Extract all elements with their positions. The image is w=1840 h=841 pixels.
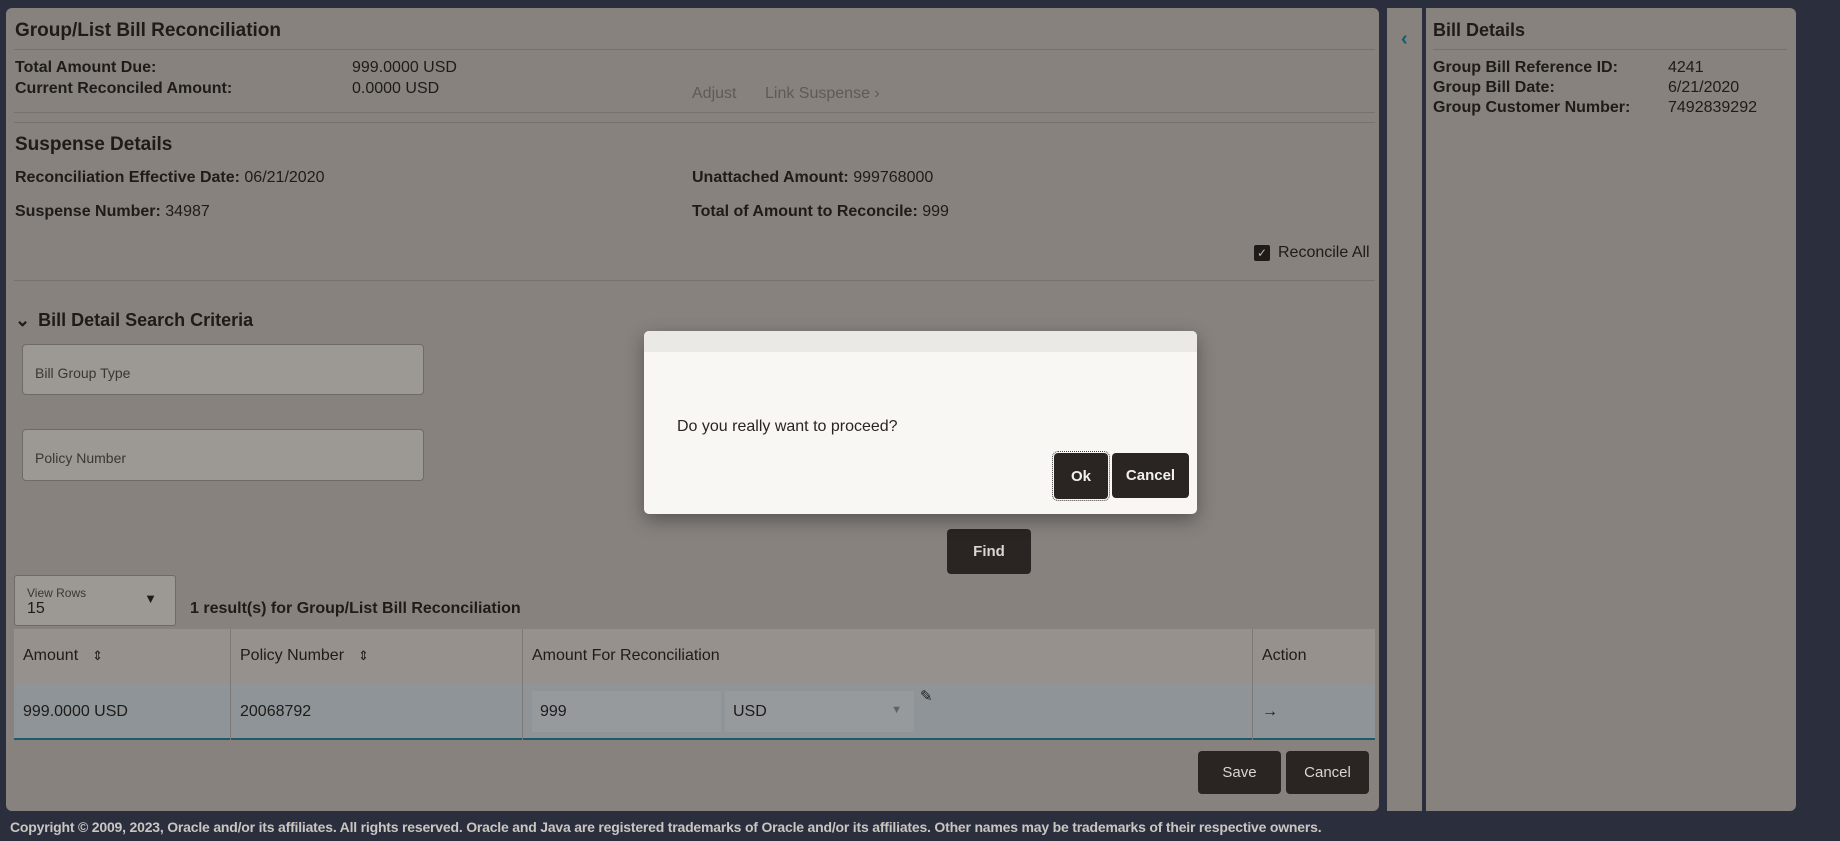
reconcile-all-checkbox[interactable]: ✓ Reconcile All — [1254, 244, 1370, 262]
dialog-message: Do you really want to proceed? — [677, 418, 898, 435]
bill-group-type-placeholder: Bill Group Type — [35, 365, 131, 381]
link-suspense-link[interactable]: Link Suspense › — [765, 85, 880, 103]
save-button[interactable]: Save — [1198, 751, 1281, 794]
chevron-down-icon: ⌄ — [15, 310, 31, 330]
chevron-right-icon: › — [874, 85, 880, 102]
dropdown-arrow-icon: ▼ — [144, 591, 157, 606]
recon-amount-input[interactable]: 999 — [532, 691, 721, 732]
adjust-link[interactable]: Adjust — [692, 85, 736, 103]
header-policy-label: Policy Number — [240, 647, 345, 664]
table-header: Amount ⇕ Policy Number ⇕ Amount For Reconc… — [14, 629, 1375, 683]
edit-pencil-icon[interactable]: ✎ — [920, 687, 933, 705]
footer-copyright: Copyright © 2009, 2023, Oracle and/or it… — [10, 819, 1322, 835]
table-row[interactable]: 999.0000 USD 20068792 999 USD ▼ ✎ → — [14, 683, 1375, 740]
currency-value: USD — [733, 703, 767, 720]
cell-policy: 20068792 — [231, 683, 523, 740]
cell-amount: 999.0000 USD — [14, 683, 231, 740]
header-amount-label: Amount — [23, 647, 79, 664]
suspense-number: Suspense Number: 34987 — [15, 203, 210, 221]
suspense-title: Suspense Details — [15, 134, 173, 155]
page-title: Group/List Bill Reconciliation — [15, 20, 282, 41]
suspense-number-label: Suspense Number: — [15, 203, 161, 220]
total-reconcile-value: 999 — [922, 203, 949, 220]
total-due-value: 999.0000 USD — [352, 59, 457, 76]
dropdown-arrow-icon: ▼ — [891, 704, 902, 716]
find-button[interactable]: Find — [947, 529, 1031, 574]
cell-recon: 999 USD ▼ ✎ — [523, 683, 1253, 740]
bill-group-type-input[interactable]: Bill Group Type — [22, 344, 424, 395]
collapse-strip[interactable]: ‹ — [1387, 8, 1424, 811]
result-count: 1 result(s) for Group/List Bill Reconcil… — [190, 600, 521, 617]
bill-date-label: Group Bill Date: — [1433, 79, 1555, 96]
header-recon-amount: Amount For Reconciliation — [523, 629, 1253, 683]
unattached-amount: Unattached Amount: 999768000 — [692, 169, 933, 187]
chevron-left-icon[interactable]: ‹ — [1401, 28, 1408, 51]
unattached-value: 999768000 — [853, 169, 934, 186]
dialog-cancel-button[interactable]: Cancel — [1112, 453, 1189, 498]
confirm-dialog: Do you really want to proceed? Ok Cancel — [644, 331, 1197, 514]
action-arrow-icon[interactable]: → — [1253, 683, 1375, 740]
eff-date-value: 06/21/2020 — [244, 169, 325, 186]
dialog-header — [644, 331, 1197, 352]
header-action: Action — [1253, 629, 1375, 683]
sort-icon[interactable]: ⇕ — [92, 648, 103, 664]
header-recon-label: Amount For Reconciliation — [532, 647, 720, 664]
customer-number-value: 7492839292 — [1668, 99, 1757, 116]
view-rows-value: 15 — [27, 600, 45, 617]
cancel-button[interactable]: Cancel — [1286, 751, 1369, 794]
search-criteria-title: Bill Detail Search Criteria — [38, 310, 254, 330]
sort-icon[interactable]: ⇕ — [358, 648, 369, 664]
bill-date-value: 6/21/2020 — [1668, 79, 1740, 96]
link-suspense-label: Link Suspense — [765, 85, 870, 102]
results-table: Amount ⇕ Policy Number ⇕ Amount For Reconc… — [14, 629, 1375, 749]
reconcile-all-label: Reconcile All — [1278, 244, 1370, 261]
total-due-label: Total Amount Due: — [15, 59, 157, 76]
view-rows-select[interactable]: View Rows 15 ▼ — [14, 575, 176, 626]
header-amount[interactable]: Amount ⇕ — [14, 629, 231, 683]
suspense-number-value: 34987 — [165, 203, 210, 220]
ref-id-value: 4241 — [1668, 59, 1704, 76]
eff-date-label: Reconciliation Effective Date: — [15, 169, 240, 186]
currency-select[interactable]: USD ▼ — [725, 691, 914, 732]
policy-number-placeholder: Policy Number — [35, 450, 127, 466]
total-reconcile: Total of Amount to Reconcile: 999 — [692, 203, 949, 221]
eff-date: Reconciliation Effective Date: 06/21/202… — [15, 169, 324, 187]
customer-number-label: Group Customer Number: — [1433, 99, 1631, 116]
bill-details-title: Bill Details — [1433, 20, 1526, 40]
header-action-label: Action — [1262, 647, 1307, 664]
reconciled-label: Current Reconciled Amount: — [15, 80, 233, 97]
reconciled-value: 0.0000 USD — [352, 80, 440, 97]
dialog-ok-button[interactable]: Ok — [1052, 451, 1110, 501]
header-policy[interactable]: Policy Number ⇕ — [231, 629, 523, 683]
total-reconcile-label: Total of Amount to Reconcile: — [692, 203, 918, 220]
policy-number-input[interactable]: Policy Number — [22, 429, 424, 481]
ref-id-label: Group Bill Reference ID: — [1433, 59, 1618, 76]
search-criteria-toggle[interactable]: ⌄ Bill Detail Search Criteria — [15, 310, 253, 331]
bill-details-panel: Bill Details Group Bill Reference ID: 42… — [1426, 8, 1796, 811]
checkbox-checked-icon: ✓ — [1254, 245, 1270, 261]
view-rows-label: View Rows — [27, 586, 87, 600]
unattached-label: Unattached Amount: — [692, 169, 849, 186]
